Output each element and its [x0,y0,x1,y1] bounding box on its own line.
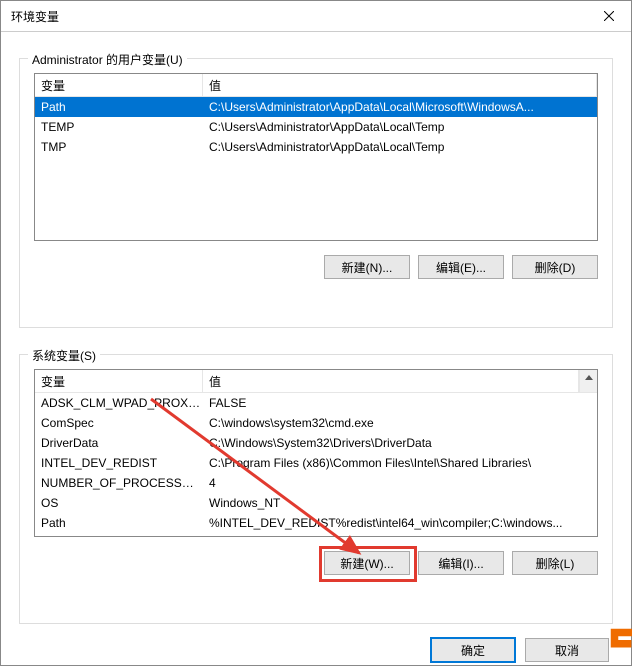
user-new-button[interactable]: 新建(N)... [324,255,410,279]
var-value-cell: C:\windows\system32\cmd.exe [203,416,597,430]
system-new-button[interactable]: 新建(W)... [324,551,410,575]
ok-button[interactable]: 确定 [431,638,515,662]
user-buttons-row: 新建(N)... 编辑(E)... 删除(D) [34,255,598,279]
table-row[interactable]: DriverDataC:\Windows\System32\Drivers\Dr… [35,433,597,453]
system-header-name[interactable]: 变量 [35,370,203,392]
table-row[interactable]: TEMPC:\Users\Administrator\AppData\Local… [35,117,597,137]
system-scrollbar[interactable] [579,370,597,392]
system-buttons-row: 新建(W)... 编辑(I)... 删除(L) [34,551,598,575]
var-value-cell: C:\Users\Administrator\AppData\Local\Tem… [203,140,597,154]
table-row[interactable]: PathC:\Users\Administrator\AppData\Local… [35,97,597,117]
titlebar: 环境变量 [1,1,631,32]
system-group-legend: 系统变量(S) [28,347,100,364]
table-row[interactable]: INTEL_DEV_REDISTC:\Program Files (x86)\C… [35,453,597,473]
var-value-cell: 4 [203,476,597,490]
scroll-up-icon [585,375,593,380]
system-delete-button[interactable]: 删除(L) [512,551,598,575]
user-variables-list[interactable]: 变量 值 PathC:\Users\Administrator\AppData\… [34,73,598,241]
user-group-legend: Administrator 的用户变量(U) [28,51,187,68]
system-variables-list[interactable]: 变量 值 ADSK_CLM_WPAD_PROXY...FALSEComSpecC… [34,369,598,537]
user-list-header: 变量 值 [35,74,597,97]
cancel-button[interactable]: 取消 [525,638,609,662]
var-name-cell: ComSpec [35,416,203,430]
system-variables-group: 系统变量(S) 变量 值 ADSK_CLM_WPAD_PROXY...FALSE… [19,354,613,624]
env-vars-dialog: 环境变量 Administrator 的用户变量(U) 变量 值 PathC:\… [0,0,632,666]
var-name-cell: DriverData [35,436,203,450]
system-edit-button[interactable]: 编辑(I)... [418,551,504,575]
user-edit-button[interactable]: 编辑(E)... [418,255,504,279]
system-header-value[interactable]: 值 [203,370,579,392]
var-name-cell: Path [35,100,203,114]
user-delete-button[interactable]: 删除(D) [512,255,598,279]
var-value-cell: FALSE [203,396,597,410]
table-row[interactable]: OSWindows_NT [35,493,597,513]
close-icon [604,11,614,21]
var-name-cell: OS [35,496,203,510]
var-name-cell: TMP [35,140,203,154]
system-list-header: 变量 值 [35,370,597,393]
table-row[interactable]: Path%INTEL_DEV_REDIST%redist\intel64_win… [35,513,597,533]
table-row[interactable]: ComSpecC:\windows\system32\cmd.exe [35,413,597,433]
user-header-name[interactable]: 变量 [35,74,203,96]
table-row[interactable]: ADSK_CLM_WPAD_PROXY...FALSE [35,393,597,413]
window-title: 环境变量 [11,8,59,25]
var-value-cell: C:\Users\Administrator\AppData\Local\Mic… [203,100,597,114]
var-name-cell: TEMP [35,120,203,134]
dialog-body: Administrator 的用户变量(U) 变量 值 PathC:\Users… [1,32,631,638]
var-value-cell: %INTEL_DEV_REDIST%redist\intel64_win\com… [203,516,597,530]
var-name-cell: Path [35,516,203,530]
table-row[interactable]: TMPC:\Users\Administrator\AppData\Local\… [35,137,597,157]
var-name-cell: INTEL_DEV_REDIST [35,456,203,470]
var-name-cell: ADSK_CLM_WPAD_PROXY... [35,396,203,410]
close-button[interactable] [587,1,631,31]
user-variables-group: Administrator 的用户变量(U) 变量 值 PathC:\Users… [19,58,613,328]
var-value-cell: C:\Users\Administrator\AppData\Local\Tem… [203,120,597,134]
dialog-footer: 确定 取消 [1,638,631,672]
var-value-cell: Windows_NT [203,496,597,510]
var-name-cell: NUMBER_OF_PROCESSORS [35,476,203,490]
var-value-cell: C:\Program Files (x86)\Common Files\Inte… [203,456,597,470]
table-row[interactable]: NUMBER_OF_PROCESSORS4 [35,473,597,493]
var-value-cell: C:\Windows\System32\Drivers\DriverData [203,436,597,450]
user-header-value[interactable]: 值 [203,74,597,96]
